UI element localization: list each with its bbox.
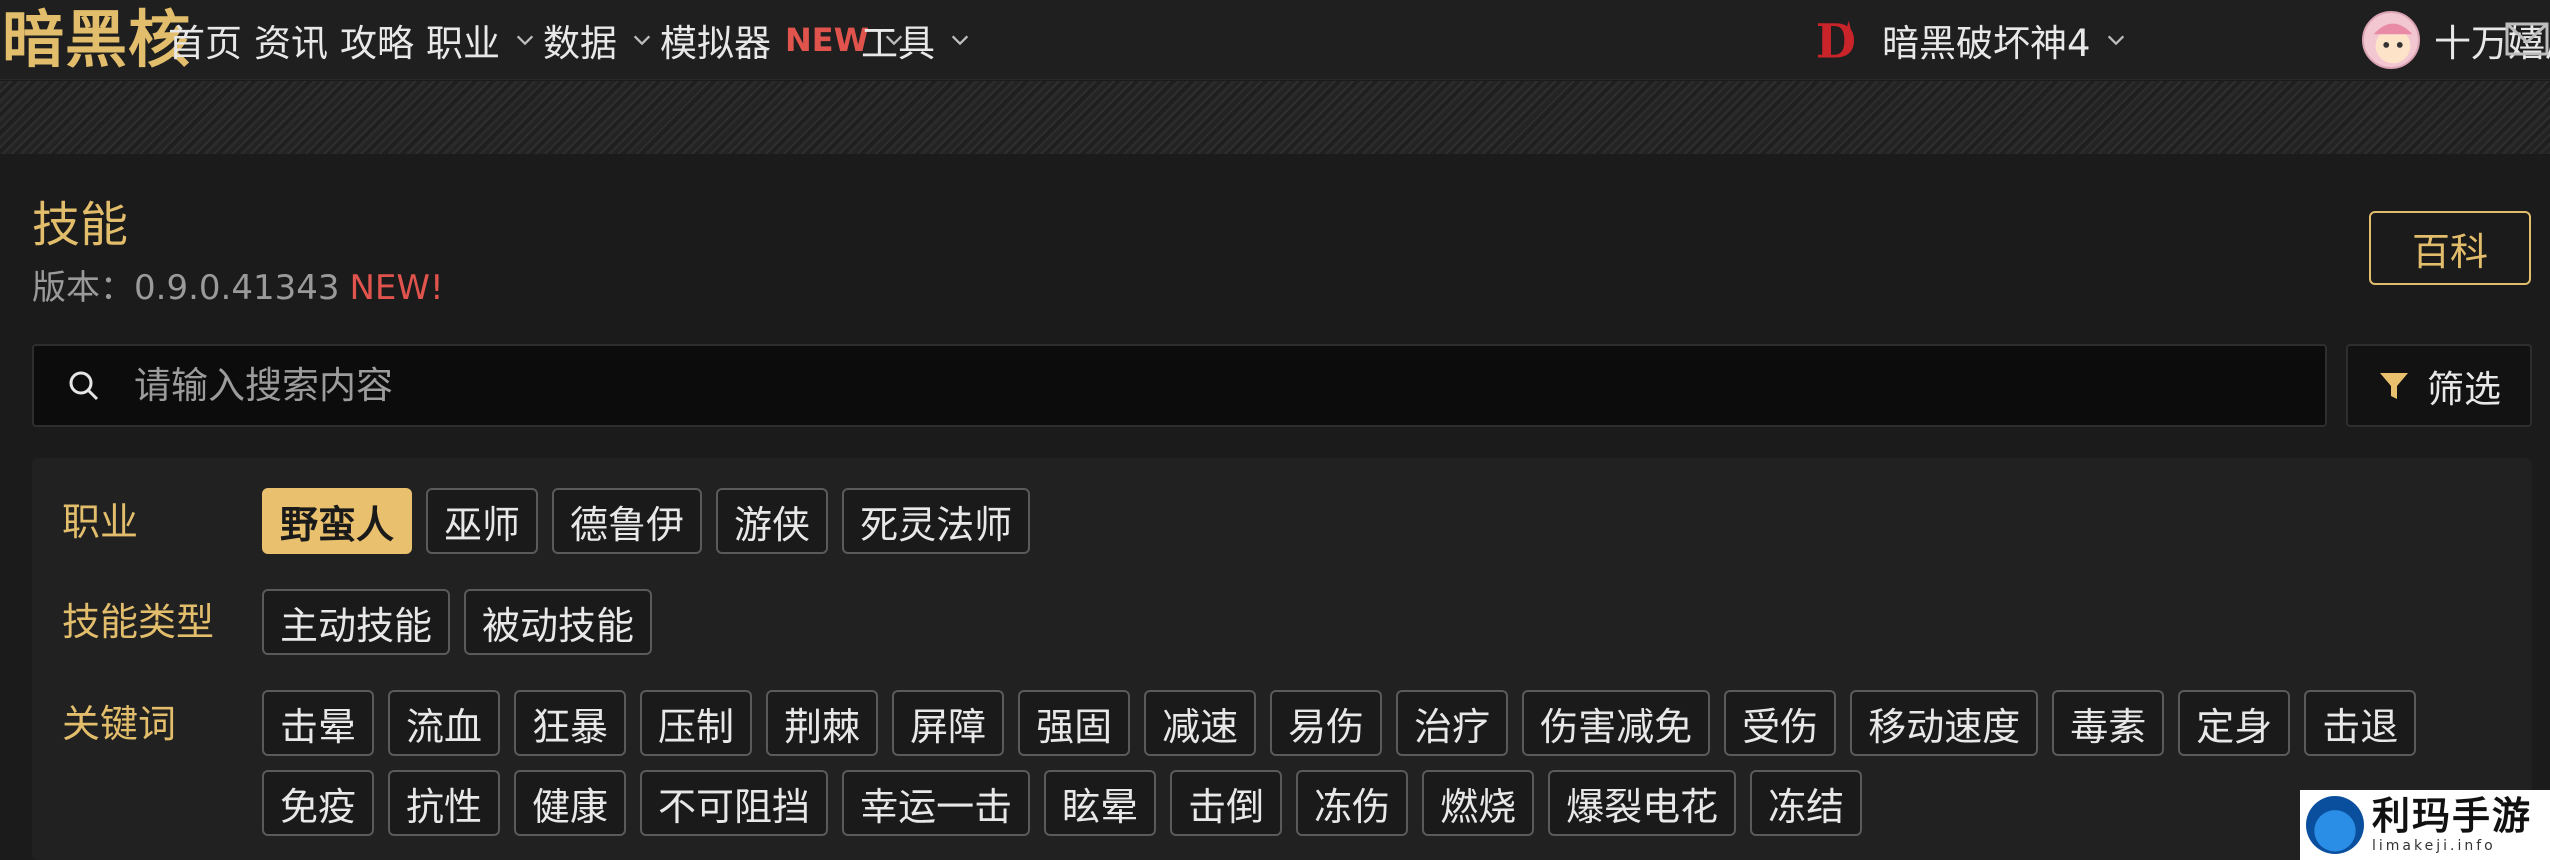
keyword-filter-options: 击晕 流血 狂暴 压制 荆棘 屏障 强固 减速 易伤 治疗 伤害减免 受伤 移动速度 毒素 定身 击退免疫 抗性…: [262, 690, 2502, 836]
keyword-chip[interactable]: 击倒: [1170, 770, 1283, 836]
class-filter-label: 职业: [62, 500, 139, 544]
keyword-chip[interactable]: 荆棘: [766, 690, 879, 756]
keyword-chip[interactable]: 冻伤: [1296, 770, 1409, 836]
keyword-chip[interactable]: 伤害减免: [1522, 690, 1711, 756]
keyword-chip[interactable]: 流血: [388, 690, 501, 756]
avatar: [2362, 11, 2420, 69]
keyword-chip[interactable]: 易伤: [1270, 690, 1383, 756]
keyword-chip[interactable]: 毒素: [2052, 690, 2165, 756]
keyword-chip[interactable]: 受伤: [1724, 690, 1837, 756]
nav-item-guides[interactable]: 攻略: [340, 14, 414, 66]
diablo-logo-icon: D: [1810, 11, 1868, 69]
keyword-chip[interactable]: 定身: [2178, 690, 2291, 756]
keyword-chip[interactable]: 减速: [1144, 690, 1257, 756]
new-badge: NEW: [785, 21, 869, 59]
nav-item-news[interactable]: 资讯: [254, 14, 328, 66]
nav-item-label: 数据: [543, 22, 617, 65]
top-nav: 暗黑核 首页 资讯 攻略 职业 数据 模拟器 NEW 工具 D 暗黑破坏神4 十…: [0, 0, 2550, 80]
class-filter-options: 野蛮人 巫师 德鲁伊 游侠 死灵法师: [262, 488, 2502, 554]
funnel-icon: [2380, 372, 2408, 399]
chevron-down-icon: [2107, 35, 2124, 46]
keyword-chip[interactable]: 燃烧: [1422, 770, 1535, 836]
skill-type-filter-label: 技能类型: [62, 600, 215, 644]
version-new-badge: NEW!: [349, 268, 444, 308]
nav-item-home[interactable]: 首页: [168, 14, 242, 66]
version-label: 版本：0.9.0.41343: [32, 268, 340, 308]
keyword-chip[interactable]: 不可阻挡: [640, 770, 829, 836]
game-name: 暗黑破坏神4: [1882, 22, 2091, 65]
filter-button-label: 筛选: [2427, 367, 2501, 411]
keyword-chip[interactable]: 治疗: [1396, 690, 1509, 756]
site-logo[interactable]: 暗黑核: [2, 4, 191, 76]
nav-item-label: 资讯: [254, 22, 328, 65]
keyword-chip[interactable]: 抗性: [388, 770, 501, 836]
keyword-chip[interactable]: 屏障: [892, 690, 1005, 756]
keyword-filter-label: 关键词: [62, 702, 177, 746]
nav-item-label: 职业: [426, 22, 500, 65]
class-chip-sorcerer[interactable]: 巫师: [426, 488, 539, 554]
keyword-chip[interactable]: 幸运一击: [842, 770, 1031, 836]
page-title: 技能: [32, 197, 129, 253]
nav-item-classes[interactable]: 职业: [426, 14, 536, 66]
mail-button[interactable]: [2505, 14, 2549, 66]
game-selector[interactable]: D 暗黑破坏神4: [1810, 11, 2127, 69]
watermark-domain: limakeji.info: [2372, 838, 2496, 854]
filter-panel: 职业 野蛮人 巫师 德鲁伊 游侠 死灵法师 技能类型 主动技能 被动技能 关键词…: [32, 458, 2532, 860]
search-icon: [64, 366, 104, 406]
class-chip-rogue[interactable]: 游侠: [716, 488, 829, 554]
watermark-title: 利玛手游: [2372, 794, 2533, 838]
chevron-down-icon: [951, 35, 969, 46]
keyword-chip[interactable]: 健康: [514, 770, 627, 836]
class-chip-druid[interactable]: 德鲁伊: [552, 488, 703, 554]
svg-text:D: D: [1816, 13, 1856, 68]
nav-item-tools[interactable]: 工具: [861, 14, 971, 66]
chevron-down-icon: [633, 35, 651, 46]
class-chip-barbarian[interactable]: 野蛮人: [262, 488, 413, 554]
keyword-chip[interactable]: 免疫: [262, 770, 375, 836]
keyword-chip[interactable]: 压制: [640, 690, 753, 756]
class-chip-necromancer[interactable]: 死灵法师: [842, 488, 1031, 554]
search-input[interactable]: [134, 364, 2325, 407]
nav-item-label: 模拟器: [660, 22, 771, 65]
skill-type-filter-options: 主动技能 被动技能: [262, 589, 2502, 655]
mail-icon: [2505, 22, 2549, 56]
watermark-logo-icon: [2306, 796, 2364, 854]
nav-item-label: 攻略: [340, 22, 414, 65]
version-info: 版本：0.9.0.41343 NEW!: [32, 266, 444, 310]
keyword-chip[interactable]: 击退: [2304, 690, 2417, 756]
search-bar: [32, 344, 2327, 427]
skill-type-chip-passive[interactable]: 被动技能: [464, 589, 653, 655]
wiki-button[interactable]: 百科: [2369, 211, 2531, 285]
keyword-chip[interactable]: 冻结: [1750, 770, 1863, 836]
skill-type-chip-active[interactable]: 主动技能: [262, 589, 451, 655]
nav-item-label: 工具: [861, 22, 935, 65]
keyword-chip[interactable]: 爆裂电花: [1548, 770, 1737, 836]
keyword-chip[interactable]: 击晕: [262, 690, 375, 756]
keyword-chip[interactable]: 眩晕: [1044, 770, 1157, 836]
nav-item-label: 首页: [168, 22, 242, 65]
nav-item-data[interactable]: 数据: [543, 14, 653, 66]
chevron-down-icon: [516, 35, 534, 46]
keyword-chip[interactable]: 狂暴: [514, 690, 627, 756]
keyword-chip[interactable]: 移动速度: [1850, 690, 2039, 756]
filter-button[interactable]: 筛选: [2346, 344, 2532, 427]
keyword-chip[interactable]: 强固: [1018, 690, 1131, 756]
header-banner: [0, 81, 2550, 154]
watermark: 利玛手游 limakeji.info: [2300, 790, 2550, 860]
